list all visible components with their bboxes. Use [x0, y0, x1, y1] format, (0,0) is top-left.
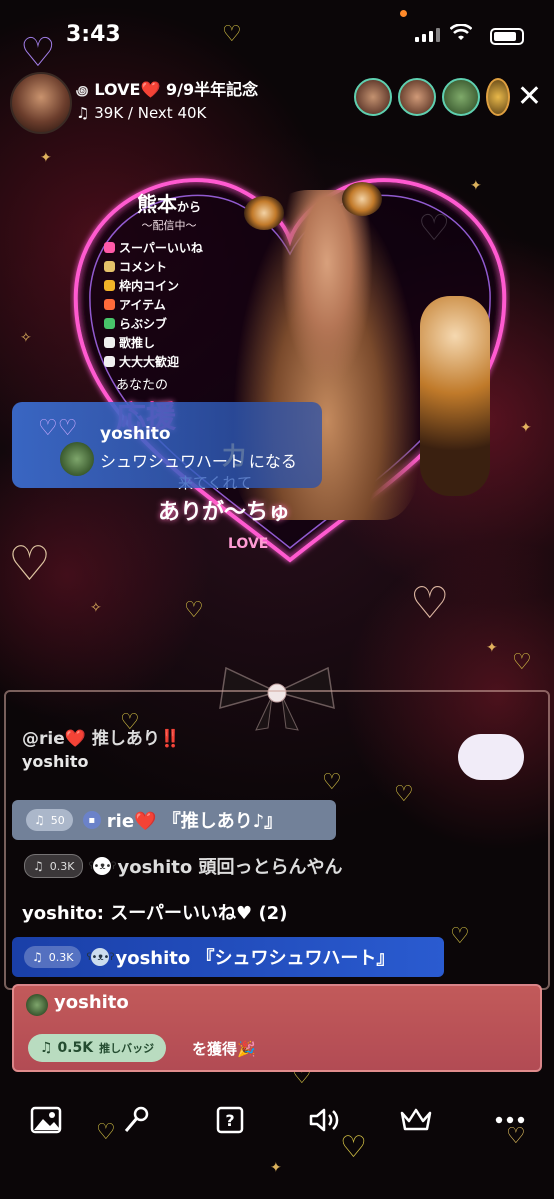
chat-message[interactable]: yoshito: スーパーいいね♥ (2) [12, 892, 372, 932]
status-bar: 3:43 [0, 0, 554, 70]
hearts-icon: ♡♡ [38, 416, 78, 441]
more-icon[interactable] [492, 1104, 528, 1136]
bullet-icon [104, 356, 115, 367]
image-icon[interactable] [28, 1104, 64, 1136]
clock: 3:43 [66, 22, 121, 47]
bullet-icon [104, 261, 115, 272]
cellular-signal-icon [415, 28, 440, 42]
tiger-ear [342, 182, 382, 216]
welcome-list-item: らぶシブ [104, 315, 234, 334]
chat-username: yoshito [22, 752, 89, 771]
viewer-avatar[interactable] [442, 78, 480, 116]
heart-icon: ♡ [410, 578, 450, 629]
crown-icon[interactable] [398, 1104, 434, 1136]
chat-message[interactable]: ♫ 0.3K ʕ•ᴥ•ʔ yoshito 『シュワシュワハート』 [12, 937, 444, 977]
message-line: ありが～ちゅ [158, 500, 291, 525]
bullet-icon [104, 280, 115, 291]
heart-icon: ♡ [184, 598, 204, 623]
stream-info-card: 熊本から ～配信中～ スーパーいいね コメント 枠内コイン アイテム らぶシブ 歌推し 大大… [104, 188, 234, 372]
sparkle-icon: ✦ [270, 1160, 282, 1176]
tiger-paw [420, 296, 490, 496]
follower-progress: ♫ 39K / Next 40K [76, 104, 207, 122]
music-note-icon: ♫ [40, 1040, 53, 1056]
avatar [60, 442, 94, 476]
music-note-icon: ♫ [33, 859, 44, 873]
viewer-avatar[interactable] [354, 78, 392, 116]
sparkle-icon: ✦ [520, 420, 532, 436]
bullet-icon [104, 242, 115, 253]
gift-text: を獲得🎉 [192, 1040, 256, 1058]
notification-user: yoshito [100, 424, 171, 444]
music-note-icon: ♫ [76, 104, 90, 122]
speaker-icon[interactable] [306, 1104, 342, 1136]
battery-icon [490, 28, 524, 45]
live-status: ～配信中～ [141, 219, 197, 232]
location-label: 熊本から [136, 192, 201, 216]
bear-icon: ʕ•ᴥ•ʔ [88, 857, 117, 875]
fan-badge: ♫ 50 [26, 809, 73, 831]
sparkle-icon: ✦ [486, 640, 498, 656]
host-avatar[interactable] [10, 72, 72, 134]
chat-message: @rie❤️ 推しあり‼️ [22, 729, 181, 749]
privacy-indicator [400, 10, 407, 17]
help-icon[interactable]: ? [212, 1104, 248, 1136]
notification-text: シュワシュワハート になる [100, 452, 297, 471]
heart-icon: ♡ [8, 536, 52, 592]
heart-icon: ♡ [96, 1120, 116, 1145]
chat-message[interactable]: ♫ 50 ▪ rie❤️ 『推しあり♪』 [12, 800, 336, 840]
join-notification[interactable]: ♡♡ yoshito シュワシュワハート になる [12, 402, 322, 488]
ghost-sticker [458, 734, 524, 780]
bullet-icon [104, 337, 115, 348]
welcome-list-item: スーパーいいね [104, 239, 234, 258]
welcome-list: スーパーいいね コメント 枠内コイン アイテム らぶシブ 歌推し 大大大歓迎 [104, 239, 234, 372]
tiger-ear [244, 196, 284, 230]
viewer-avatar[interactable] [486, 78, 510, 116]
microphone-icon[interactable] [118, 1104, 154, 1136]
stream-title: ꩜ LOVE❤️ 9/9半年記念 [76, 80, 259, 99]
music-note-icon: ♫ [34, 813, 45, 827]
sparkle-icon: ✧ [90, 600, 102, 616]
badge-earned-message[interactable]: yoshito ♫ 0.5K 推しバッジ を獲得🎉 [12, 984, 542, 1072]
close-icon[interactable]: ✕ [517, 82, 542, 112]
welcome-list-item: 大大大歓迎 [104, 353, 234, 372]
welcome-list-item: コメント [104, 258, 234, 277]
heart-icon: ♡ [340, 1130, 367, 1165]
message-line: あなたの [116, 378, 169, 393]
fan-badge: ♫ 0.3K [24, 854, 84, 878]
love-tag: LOVE [228, 536, 269, 552]
viewer-avatar[interactable] [398, 78, 436, 116]
bullet-icon [104, 318, 115, 329]
avatar [26, 994, 48, 1016]
fan-badge: ♫ 0.3K [24, 946, 82, 968]
svg-text:?: ? [225, 1111, 234, 1130]
music-note-icon: ♫ [32, 950, 43, 964]
bullet-icon [104, 299, 115, 310]
welcome-list-item: 歌推し [104, 334, 234, 353]
sparkle-icon: ✧ [20, 330, 32, 346]
bear-icon: ʕ•ᴥ•ʔ [86, 948, 115, 966]
welcome-list-item: 枠内コイン [104, 277, 234, 296]
gift-username: yoshito [54, 992, 129, 1013]
wifi-icon [450, 24, 472, 40]
welcome-list-item: アイテム [104, 296, 234, 315]
oshi-badge: ♫ 0.5K 推しバッジ [28, 1034, 167, 1062]
chat-message[interactable]: ♫ 0.3K ʕ•ᴥ•ʔ yoshito 頭回っとらんやん [12, 846, 382, 886]
sparkle-icon: ✦ [40, 150, 52, 166]
chat-bubble-icon: ▪ [82, 811, 101, 829]
swirl-icon: ꩜ [76, 84, 89, 99]
heart-icon: ♡ [512, 650, 532, 675]
